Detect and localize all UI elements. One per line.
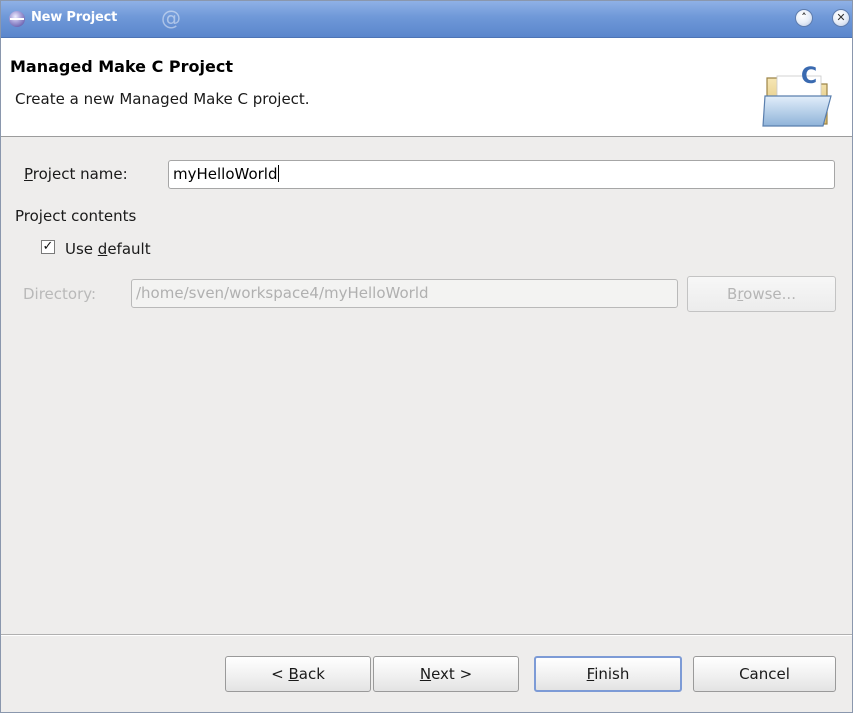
directory-label: Directory: (23, 285, 97, 303)
project-name-label: Project name: (24, 165, 128, 183)
directory-input[interactable]: /home/sven/workspace4/myHelloWorld (131, 279, 678, 308)
new-project-dialog: New Project @ ˄ ✕ Managed Make C Project… (0, 0, 853, 713)
next-button[interactable]: Next > (373, 656, 519, 692)
footer-separator-highlight (1, 635, 852, 636)
project-name-input[interactable]: myHelloWorld (168, 160, 835, 189)
cancel-button[interactable]: Cancel (693, 656, 836, 692)
back-button[interactable]: < Back (225, 656, 371, 692)
page-title: Managed Make C Project (10, 57, 233, 76)
finish-button[interactable]: Finish (534, 656, 682, 692)
page-description: Create a new Managed Make C project. (15, 90, 310, 108)
svg-text:C: C (801, 64, 817, 89)
c-folder-wizard-icon: C (762, 64, 832, 127)
title-bar[interactable]: New Project @ ˄ ✕ (1, 1, 852, 38)
browse-button[interactable]: Browse... (687, 276, 836, 312)
window-title: New Project (31, 10, 118, 25)
text-caret (277, 165, 279, 182)
collapse-icon[interactable]: ˄ (795, 9, 813, 27)
close-icon[interactable]: ✕ (832, 9, 850, 27)
eclipse-app-icon (9, 11, 25, 27)
swirl-decoration-icon: @ (161, 6, 181, 30)
project-contents-label: Project contents (15, 207, 137, 225)
use-default-label[interactable]: Use default (65, 240, 151, 258)
use-default-checkbox[interactable]: ✓ (41, 240, 55, 254)
wizard-header: Managed Make C Project Create a new Mana… (1, 38, 852, 137)
